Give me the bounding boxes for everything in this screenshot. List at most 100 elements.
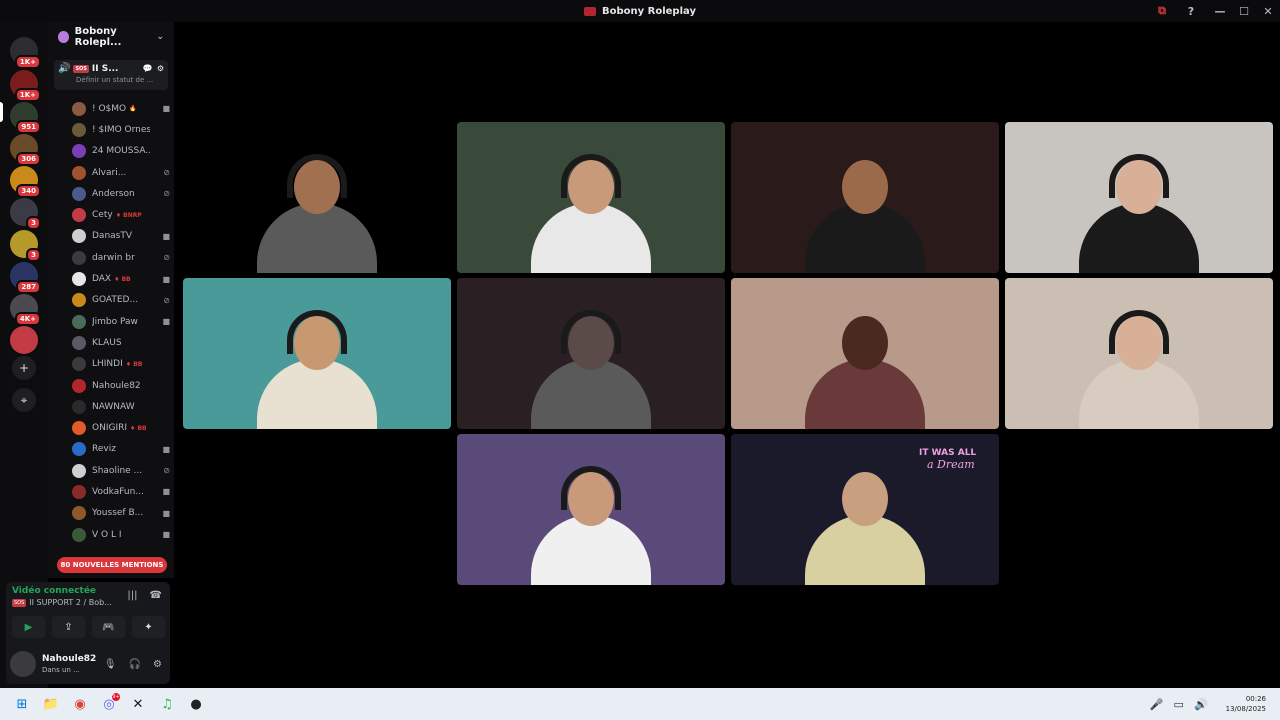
member-name: DAX	[92, 274, 112, 285]
voice-member[interactable]: KLAUS	[72, 332, 170, 353]
video-tile-5[interactable]	[183, 278, 451, 429]
voice-member[interactable]: GOATED... ⊘	[72, 290, 170, 311]
mention-badge: 1K+	[14, 55, 41, 69]
voice-member[interactable]: 24 MOUSSA...	[72, 141, 170, 162]
member-role-tag: ♦ BB	[114, 275, 131, 283]
voice-member[interactable]: Cety ♦ BNRP	[72, 204, 170, 225]
server-name: Bobony Rolepl...	[74, 26, 122, 48]
volume-tray-icon[interactable]: 🔊	[1194, 698, 1208, 711]
clock[interactable]: 00:26 13/08/2025	[1226, 694, 1266, 714]
user-panel: Nahoule82 Dans un ... 🎙 🎧 ⚙	[6, 644, 170, 684]
microphone-icon[interactable]: 🎙	[104, 659, 117, 670]
cast-icon[interactable]: ⧉	[1150, 0, 1174, 22]
server-icon-3[interactable]: 306	[10, 134, 41, 166]
member-avatar	[72, 122, 86, 137]
voice-channel[interactable]: 🔊 SOS II S... 💬 ⚙ Définir un statut de .…	[54, 60, 168, 90]
server-icon-2[interactable]: 951	[10, 102, 41, 134]
video-tile-8[interactable]	[1005, 278, 1273, 429]
video-tile-6[interactable]	[457, 278, 725, 429]
video-tile-9[interactable]	[457, 434, 725, 585]
voice-member[interactable]: darwin br ⊘	[72, 247, 170, 268]
participant-head	[842, 472, 888, 526]
member-avatar	[72, 186, 86, 201]
voice-member[interactable]: VodkaFun... ■	[72, 481, 170, 502]
server-header[interactable]: Bobony Rolepl... ⌄	[48, 22, 174, 52]
voice-member[interactable]: ! O$MO 🔥 ■	[72, 98, 170, 119]
member-role-tag: ♦ BB	[125, 360, 143, 368]
neon-sign-line2: a Dream	[927, 458, 975, 471]
explore-servers-button[interactable]: ⌖	[12, 388, 36, 412]
help-icon[interactable]: ?	[1174, 0, 1208, 22]
voice-activity-icon[interactable]: |||	[127, 590, 137, 601]
voice-member[interactable]: ! $IMO Ornes...	[72, 119, 170, 140]
video-tile-7[interactable]	[731, 278, 999, 429]
spotify-icon[interactable]: ♫	[155, 692, 179, 716]
video-tile-10[interactable]: IT WAS ALL a Dream	[731, 434, 999, 585]
member-name: KLAUS	[92, 337, 122, 348]
video-tile-4[interactable]	[1005, 122, 1273, 273]
activities-button[interactable]: 🎮	[92, 616, 125, 638]
server-icon-9[interactable]	[10, 326, 38, 354]
capcut-icon[interactable]: ✕	[126, 692, 150, 716]
voice-member[interactable]: DAX ♦ BB ■	[72, 268, 170, 289]
member-role-tag: 🔥	[129, 105, 137, 113]
display-tray-icon[interactable]: ▭	[1174, 698, 1184, 711]
server-icon-1[interactable]: 1K+	[10, 70, 41, 102]
soundboard-button[interactable]: ✦	[132, 616, 165, 638]
discord-icon[interactable]: ◎ 9+	[97, 692, 121, 716]
server-icon-0[interactable]: 1K+	[10, 37, 41, 69]
camera-button[interactable]: ▶	[12, 616, 45, 638]
member-name: VodkaFun...	[92, 486, 144, 497]
voice-member[interactable]: NAWNAW	[72, 396, 170, 417]
maximize-button[interactable]: ☐	[1232, 0, 1256, 22]
voice-member[interactable]: Shaoline ... ⊘	[72, 460, 170, 481]
member-name: LHINDI	[92, 359, 123, 370]
voice-member[interactable]: Jimbo Paw ■	[72, 311, 170, 332]
mention-badge: 4K+	[14, 312, 41, 326]
user-avatar[interactable]	[10, 651, 36, 677]
app-icon[interactable]: ●	[184, 692, 208, 716]
windows-start-icon[interactable]: ⊞	[10, 692, 34, 716]
voice-member[interactable]: Reviz ■	[72, 439, 170, 460]
channel-status[interactable]: Définir un statut de ...	[76, 76, 164, 84]
voice-member[interactable]: LHINDI ♦ BB	[72, 354, 170, 375]
file-explorer-glyph: 📁	[42, 696, 60, 712]
chrome-icon[interactable]: ◉	[68, 692, 92, 716]
voice-member[interactable]: Anderson ⊘	[72, 183, 170, 204]
member-name: NAWNAW	[92, 401, 135, 412]
voice-member[interactable]: DanasTV ■	[72, 226, 170, 247]
camera-on-icon: ■	[162, 444, 170, 454]
voice-channel-label[interactable]: II SUPPORT 2 / Bob...	[29, 598, 112, 607]
video-tile-3[interactable]	[731, 122, 999, 273]
file-explorer-icon[interactable]: 📁	[39, 692, 63, 716]
close-button[interactable]: ✕	[1256, 0, 1280, 22]
disconnect-icon[interactable]: ☎	[150, 590, 162, 601]
server-icon-4[interactable]: 340	[10, 166, 41, 198]
user-settings-icon[interactable]: ⚙	[153, 659, 162, 670]
server-icon-5[interactable]: 3	[10, 198, 41, 230]
clock-time: 00:26	[1245, 695, 1266, 703]
voice-member[interactable]: V O L I ■	[72, 524, 170, 545]
server-icon-6[interactable]: 3	[10, 230, 41, 262]
headset-icon	[561, 154, 621, 198]
settings-icon[interactable]: ⚙	[157, 64, 164, 73]
voice-member[interactable]: Alvari... ⊘	[72, 162, 170, 183]
add-server-button[interactable]: +	[12, 356, 36, 380]
member-name: ! $IMO Ornes...	[92, 124, 150, 135]
clock-date: 13/08/2025	[1225, 705, 1266, 713]
chat-icon[interactable]: 💬	[143, 64, 153, 73]
server-icon-8[interactable]: 4K+	[10, 294, 41, 326]
video-tile-1[interactable]	[183, 122, 451, 273]
server-icon-7[interactable]: 287	[10, 262, 41, 294]
new-mentions-button[interactable]: 80 NOUVELLES MENTIONS	[57, 557, 167, 573]
minimize-button[interactable]: —	[1208, 0, 1232, 22]
voice-member[interactable]: ONIGIRI ♦ BB	[72, 417, 170, 438]
headset-icon	[287, 154, 347, 198]
voice-member[interactable]: Youssef B... ■	[72, 503, 170, 524]
server-avatar	[10, 326, 38, 354]
microphone-tray-icon[interactable]: 🎤	[1150, 698, 1164, 711]
video-tile-2[interactable]	[457, 122, 725, 273]
screen-share-button[interactable]: ⇪	[52, 616, 85, 638]
headphones-icon[interactable]: 🎧	[129, 659, 141, 670]
voice-member[interactable]: Nahoule82	[72, 375, 170, 396]
